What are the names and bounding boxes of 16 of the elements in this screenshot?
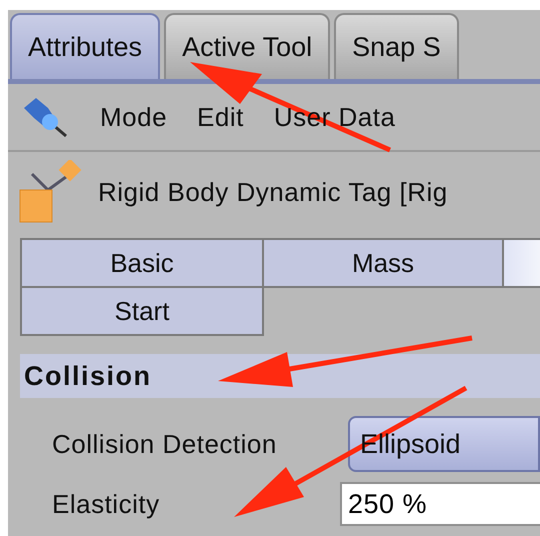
subtab[interactable]: Basic (20, 238, 264, 288)
menu-item[interactable]: Edit (197, 98, 244, 136)
tab[interactable]: Snap S (334, 13, 459, 79)
section-heading: Collision (20, 354, 540, 398)
tab[interactable]: Active Tool (164, 13, 330, 79)
field-label: Elasticity (51, 488, 161, 520)
object-title: Rigid Body Dynamic Tag [Rig (98, 176, 448, 208)
input-field[interactable]: 250 % (340, 482, 540, 526)
tab[interactable]: Attributes (10, 13, 160, 79)
pin-icon[interactable] (22, 96, 70, 138)
dropdown[interactable]: Ellipsoid (348, 416, 540, 472)
tag-icon (18, 160, 84, 224)
menu-item[interactable]: Mode (100, 98, 168, 136)
subtab[interactable]: Mass (262, 238, 504, 288)
subtab[interactable]: Start (20, 286, 264, 336)
field-label: Collision Detection (51, 428, 278, 460)
